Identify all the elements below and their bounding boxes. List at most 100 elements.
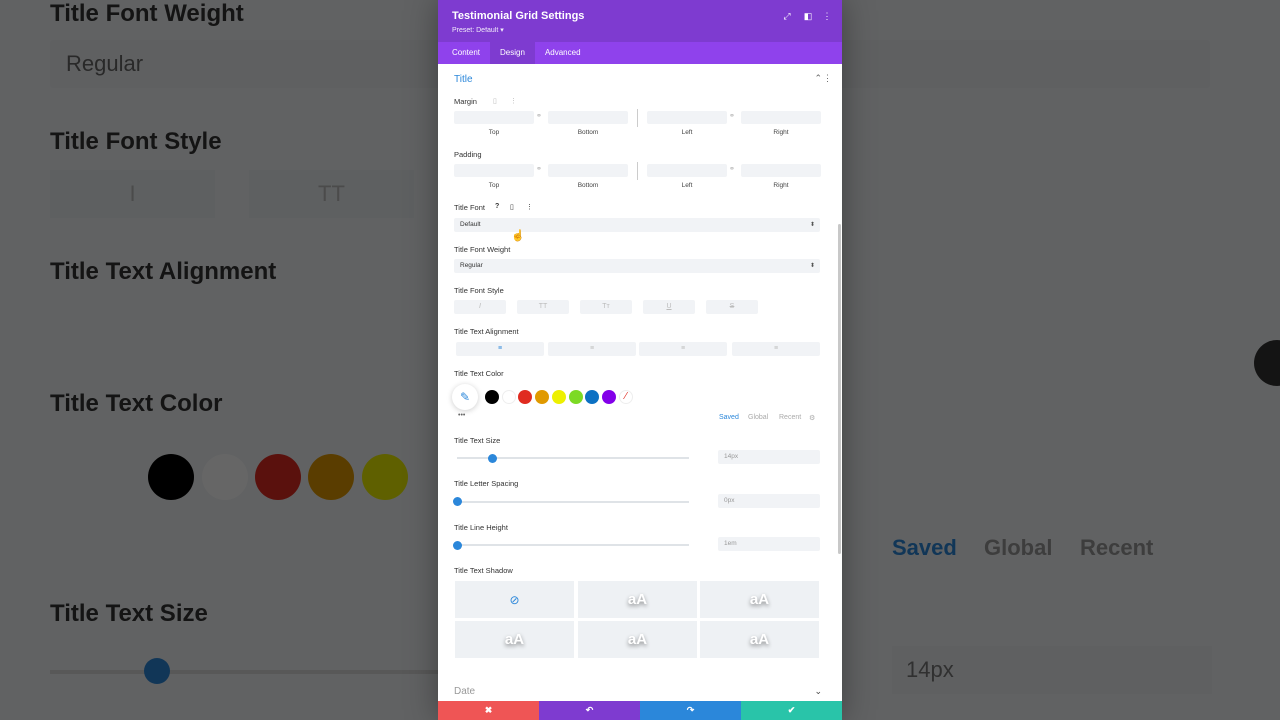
swatch-orange[interactable] — [535, 390, 549, 404]
title-line-height-knob[interactable] — [453, 541, 462, 550]
align-center-button[interactable]: ≡ — [548, 342, 636, 356]
swatch-white[interactable] — [502, 390, 516, 404]
redo-button[interactable]: ↷ — [640, 701, 741, 720]
undo-button[interactable]: ↶ — [539, 701, 640, 720]
title-letter-spacing-input[interactable]: 0px — [718, 494, 820, 508]
bg-slider-track — [50, 670, 450, 674]
align-right-button[interactable]: ≡ — [639, 342, 727, 356]
preset-dropdown[interactable]: Preset: Default ▾ — [452, 26, 504, 34]
modal-footer: ✖ ↶ ↷ ✔ — [438, 701, 842, 720]
margin-right-input[interactable] — [741, 111, 821, 124]
underline-button[interactable]: U — [643, 300, 695, 314]
section-more-icon[interactable]: ⋮ — [823, 73, 832, 84]
title-text-shadow-label: Title Text Shadow — [454, 566, 513, 575]
bg-global-tab: Global — [984, 535, 1053, 560]
split-view-icon[interactable]: ◧ — [803, 11, 813, 21]
bg-slider-knob — [144, 658, 170, 684]
modal-header: Testimonial Grid Settings Preset: Defaul… — [438, 0, 842, 42]
title-line-height-input[interactable]: 1em — [718, 537, 820, 551]
bg-heading-color: Title Text Color — [50, 390, 223, 417]
bg-italic-button: I — [50, 170, 215, 218]
save-button[interactable]: ✔ — [741, 701, 842, 720]
title-text-alignment-label: Title Text Alignment — [454, 327, 519, 336]
link-icon[interactable]: ⚭ — [536, 112, 542, 120]
gear-icon[interactable]: ⚙ — [809, 414, 815, 422]
italic-button[interactable]: I — [454, 300, 506, 314]
padding-right-input[interactable] — [741, 164, 821, 177]
select-arrow-icon: ⬍ — [809, 222, 815, 228]
padding-bottom-input[interactable] — [548, 164, 628, 177]
recent-tab[interactable]: Recent — [779, 414, 801, 421]
align-justify-button[interactable]: ≡ — [732, 342, 820, 356]
date-section-heading[interactable]: Date — [454, 686, 475, 697]
title-font-select[interactable]: Default ⬍ — [454, 218, 820, 232]
title-line-height-track[interactable] — [457, 544, 689, 546]
shadow-preset-2[interactable]: aA — [700, 581, 819, 618]
title-text-size-knob[interactable] — [487, 454, 497, 463]
title-letter-spacing-track[interactable] — [457, 501, 689, 503]
margin-left-input[interactable] — [647, 111, 727, 124]
help-icon[interactable]: ? — [495, 203, 499, 210]
eyedropper-icon[interactable]: ✎ — [452, 384, 478, 410]
title-letter-spacing-knob[interactable] — [453, 497, 462, 506]
bg-heading-font-style: Title Font Style — [50, 128, 222, 155]
strikethrough-button[interactable]: S — [706, 300, 758, 314]
link-icon[interactable]: ⚭ — [729, 112, 735, 120]
clear-color-icon[interactable]: ⁄ — [619, 390, 633, 404]
margin-more-icon[interactable]: ⋮ — [510, 97, 517, 105]
margin-label: Margin — [454, 97, 477, 106]
phone-icon[interactable]: ▯ — [510, 203, 514, 211]
link-icon[interactable]: ⚭ — [729, 165, 735, 173]
shadow-preset-1[interactable]: aA — [578, 581, 697, 618]
expand-icon[interactable]: ⤢ — [782, 11, 792, 21]
phone-icon[interactable]: ▯ — [493, 97, 497, 105]
chevron-down-icon[interactable]: ⌄ — [814, 686, 822, 697]
tab-design[interactable]: Design — [490, 42, 535, 64]
smallcaps-button[interactable]: Tт — [580, 300, 632, 314]
bg-swatch-black — [148, 454, 194, 500]
padding-bottom-label: Bottom — [577, 182, 599, 189]
title-font-more-icon[interactable]: ⋮ — [526, 203, 533, 211]
discard-button[interactable]: ✖ — [438, 701, 539, 720]
align-left-button[interactable]: ≡ — [456, 342, 544, 356]
title-letter-spacing-label: Title Letter Spacing — [454, 479, 519, 488]
saved-tab[interactable]: Saved — [719, 414, 739, 421]
margin-top-label: Top — [488, 129, 500, 136]
chevron-up-icon[interactable]: ⌃ — [814, 73, 822, 84]
swatch-yellow[interactable] — [552, 390, 566, 404]
swatch-blue[interactable] — [585, 390, 599, 404]
swatch-green[interactable] — [569, 390, 583, 404]
title-text-size-input[interactable]: 14px — [718, 450, 820, 464]
padding-top-label: Top — [488, 182, 500, 189]
section-title-heading[interactable]: Title — [454, 74, 473, 85]
swatch-purple[interactable] — [602, 390, 616, 404]
more-colors-icon[interactable]: ••• — [458, 412, 465, 419]
scrollbar[interactable] — [838, 224, 841, 554]
title-font-weight-select[interactable]: Regular ⬍ — [454, 259, 820, 273]
shadow-preset-4[interactable]: aA — [578, 621, 697, 658]
link-icon[interactable]: ⚭ — [536, 165, 542, 173]
title-text-size-label: Title Text Size — [454, 436, 501, 445]
margin-bottom-label: Bottom — [577, 129, 599, 136]
global-tab[interactable]: Global — [748, 414, 768, 421]
shadow-preset-5[interactable]: aA — [700, 621, 819, 658]
more-options-icon[interactable]: ⋮ — [822, 11, 832, 21]
padding-left-input[interactable] — [647, 164, 727, 177]
uppercase-button[interactable]: TT — [517, 300, 569, 314]
title-font-value: Default — [460, 221, 481, 228]
tab-advanced[interactable]: Advanced — [535, 42, 591, 64]
margin-top-input[interactable] — [454, 111, 534, 124]
padding-top-input[interactable] — [454, 164, 534, 177]
shadow-preset-3[interactable]: aA — [455, 621, 574, 658]
bg-saved-tab: Saved — [892, 535, 957, 560]
mouse-cursor-icon: ☝ — [511, 230, 525, 242]
swatch-black[interactable] — [485, 390, 499, 404]
bg-heading-size: Title Text Size — [50, 600, 208, 627]
tab-content[interactable]: Content — [442, 42, 490, 64]
divider — [637, 109, 638, 127]
bg-swatch-yellow — [362, 454, 408, 500]
no-shadow-icon[interactable]: ⊘ — [455, 581, 574, 618]
margin-bottom-input[interactable] — [548, 111, 628, 124]
swatch-red[interactable] — [518, 390, 532, 404]
title-line-height-label: Title Line Height — [454, 523, 508, 532]
